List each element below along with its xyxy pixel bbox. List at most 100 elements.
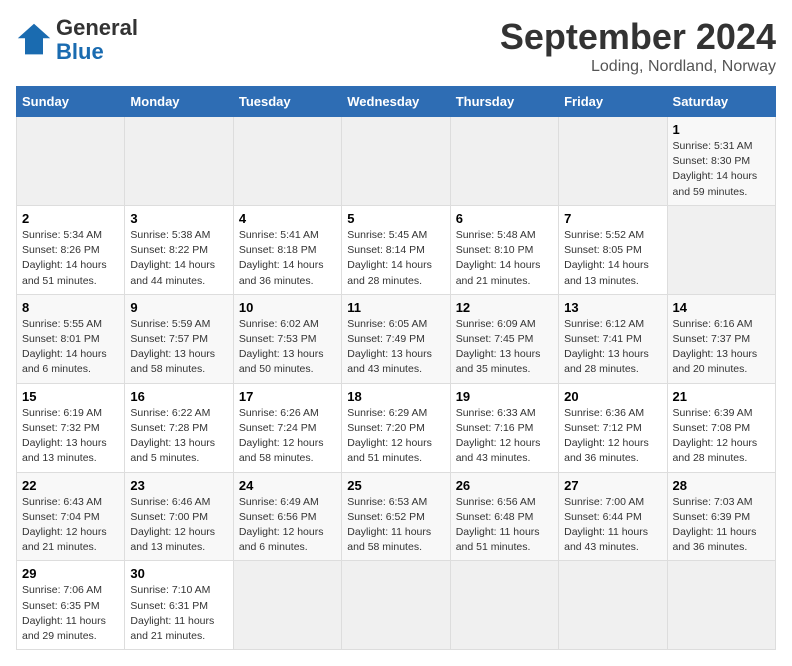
calendar-cell: 15 Sunrise: 6:19 AMSunset: 7:32 PMDayligh… — [17, 383, 125, 472]
day-number: 19 — [456, 389, 553, 404]
day-number: 16 — [130, 389, 227, 404]
calendar-cell: 7Sunrise: 5:52 AMSunset: 8:05 PMDaylight… — [559, 205, 667, 294]
day-info: Sunrise: 6:33 AMSunset: 7:16 PMDaylight:… — [456, 406, 553, 467]
day-number: 30 — [130, 566, 227, 581]
day-info: Sunrise: 7:06 AMSunset: 6:35 PMDaylight:… — [22, 583, 119, 644]
calendar-cell: 20Sunrise: 6:36 AMSunset: 7:12 PMDayligh… — [559, 383, 667, 472]
logo-text-line1: General — [56, 16, 138, 40]
day-number: 27 — [564, 478, 661, 493]
day-info: Sunrise: 6:53 AMSunset: 6:52 PMDaylight:… — [347, 495, 444, 556]
calendar-cell — [559, 117, 667, 206]
day-info: Sunrise: 5:31 AMSunset: 8:30 PMDaylight:… — [673, 139, 770, 200]
day-number: 2 — [22, 211, 119, 226]
header-tuesday: Tuesday — [233, 87, 341, 117]
day-number: 26 — [456, 478, 553, 493]
location: Loding, Nordland, Norway — [500, 58, 776, 76]
day-number: 7 — [564, 211, 661, 226]
calendar-cell: 5Sunrise: 5:45 AMSunset: 8:14 PMDaylight… — [342, 205, 450, 294]
calendar-cell: 3 Sunrise: 5:38 AMSunset: 8:22 PMDaylight… — [125, 205, 233, 294]
day-number: 29 — [22, 566, 119, 581]
calendar-cell: 14 Sunrise: 6:16 AMSunset: 7:37 PMDayligh… — [667, 294, 775, 383]
day-info: Sunrise: 6:19 AMSunset: 7:32 PMDaylight:… — [22, 406, 119, 467]
calendar-cell — [233, 117, 341, 206]
calendar-cell: 18 Sunrise: 6:29 AMSunset: 7:20 PMDayligh… — [342, 383, 450, 472]
calendar-cell: 12Sunrise: 6:09 AMSunset: 7:45 PMDayligh… — [450, 294, 558, 383]
day-number: 28 — [673, 478, 770, 493]
day-number: 25 — [347, 478, 444, 493]
day-number: 23 — [130, 478, 227, 493]
day-number: 15 — [22, 389, 119, 404]
calendar-cell — [17, 117, 125, 206]
day-number: 9 — [130, 300, 227, 315]
calendar-cell: 29 Sunrise: 7:06 AMSunset: 6:35 PMDayligh… — [17, 561, 125, 650]
calendar-cell: 26Sunrise: 6:56 AMSunset: 6:48 PMDayligh… — [450, 472, 558, 561]
calendar-cell: 10 Sunrise: 6:02 AMSunset: 7:53 PMDayligh… — [233, 294, 341, 383]
calendar-cell: 8Sunrise: 5:55 AMSunset: 8:01 PMDaylight… — [17, 294, 125, 383]
header-wednesday: Wednesday — [342, 87, 450, 117]
header-friday: Friday — [559, 87, 667, 117]
day-info: Sunrise: 6:29 AMSunset: 7:20 PMDaylight:… — [347, 406, 444, 467]
calendar-cell: 23 Sunrise: 6:46 AMSunset: 7:00 PMDayligh… — [125, 472, 233, 561]
calendar-cell — [450, 117, 558, 206]
calendar-cell — [450, 561, 558, 650]
header-saturday: Saturday — [667, 87, 775, 117]
week-row-2: 2 Sunrise: 5:34 AMSunset: 8:26 PMDaylight… — [17, 205, 776, 294]
day-number: 22 — [22, 478, 119, 493]
day-info: Sunrise: 6:26 AMSunset: 7:24 PMDaylight:… — [239, 406, 336, 467]
calendar-cell — [342, 117, 450, 206]
calendar-cell: 4Sunrise: 5:41 AMSunset: 8:18 PMDaylight… — [233, 205, 341, 294]
day-number: 17 — [239, 389, 336, 404]
calendar-cell: 16 Sunrise: 6:22 AMSunset: 7:28 PMDayligh… — [125, 383, 233, 472]
calendar-cell: 13Sunrise: 6:12 AMSunset: 7:41 PMDayligh… — [559, 294, 667, 383]
calendar-cell — [342, 561, 450, 650]
header-monday: Monday — [125, 87, 233, 117]
week-row-3: 8Sunrise: 5:55 AMSunset: 8:01 PMDaylight… — [17, 294, 776, 383]
day-number: 24 — [239, 478, 336, 493]
day-info: Sunrise: 6:05 AMSunset: 7:49 PMDaylight:… — [347, 317, 444, 378]
calendar-table: SundayMondayTuesdayWednesdayThursdayFrid… — [16, 86, 776, 650]
day-number: 18 — [347, 389, 444, 404]
day-info: Sunrise: 5:34 AMSunset: 8:26 PMDaylight:… — [22, 228, 119, 289]
calendar-cell: 9 Sunrise: 5:59 AMSunset: 7:57 PMDaylight… — [125, 294, 233, 383]
calendar-cell — [233, 561, 341, 650]
day-number: 13 — [564, 300, 661, 315]
calendar-header-row: SundayMondayTuesdayWednesdayThursdayFrid… — [17, 87, 776, 117]
day-number: 11 — [347, 300, 444, 315]
header-sunday: Sunday — [17, 87, 125, 117]
day-info: Sunrise: 6:09 AMSunset: 7:45 PMDaylight:… — [456, 317, 553, 378]
day-info: Sunrise: 7:00 AMSunset: 6:44 PMDaylight:… — [564, 495, 661, 556]
day-info: Sunrise: 6:16 AMSunset: 7:37 PMDaylight:… — [673, 317, 770, 378]
logo-text-line2: Blue — [56, 40, 138, 64]
calendar-cell: 1Sunrise: 5:31 AMSunset: 8:30 PMDaylight… — [667, 117, 775, 206]
calendar-cell: 24 Sunrise: 6:49 AMSunset: 6:56 PMDayligh… — [233, 472, 341, 561]
calendar-cell — [125, 117, 233, 206]
day-info: Sunrise: 6:39 AMSunset: 7:08 PMDaylight:… — [673, 406, 770, 467]
calendar-cell: 28Sunrise: 7:03 AMSunset: 6:39 PMDayligh… — [667, 472, 775, 561]
header: General Blue September 2024 Loding, Nord… — [16, 16, 776, 76]
calendar-cell: 11 Sunrise: 6:05 AMSunset: 7:49 PMDayligh… — [342, 294, 450, 383]
day-info: Sunrise: 5:48 AMSunset: 8:10 PMDaylight:… — [456, 228, 553, 289]
day-info: Sunrise: 7:10 AMSunset: 6:31 PMDaylight:… — [130, 583, 227, 644]
day-info: Sunrise: 5:38 AMSunset: 8:22 PMDaylight:… — [130, 228, 227, 289]
day-info: Sunrise: 5:59 AMSunset: 7:57 PMDaylight:… — [130, 317, 227, 378]
header-thursday: Thursday — [450, 87, 558, 117]
day-info: Sunrise: 6:02 AMSunset: 7:53 PMDaylight:… — [239, 317, 336, 378]
title-block: September 2024 Loding, Nordland, Norway — [500, 16, 776, 76]
calendar-cell — [559, 561, 667, 650]
day-info: Sunrise: 6:46 AMSunset: 7:00 PMDaylight:… — [130, 495, 227, 556]
day-info: Sunrise: 6:43 AMSunset: 7:04 PMDaylight:… — [22, 495, 119, 556]
logo-icon — [16, 22, 52, 58]
calendar-cell: 21Sunrise: 6:39 AMSunset: 7:08 PMDayligh… — [667, 383, 775, 472]
day-info: Sunrise: 6:49 AMSunset: 6:56 PMDaylight:… — [239, 495, 336, 556]
day-number: 10 — [239, 300, 336, 315]
calendar-cell: 17 Sunrise: 6:26 AMSunset: 7:24 PMDayligh… — [233, 383, 341, 472]
week-row-4: 15 Sunrise: 6:19 AMSunset: 7:32 PMDayligh… — [17, 383, 776, 472]
day-number: 6 — [456, 211, 553, 226]
day-info: Sunrise: 6:22 AMSunset: 7:28 PMDaylight:… — [130, 406, 227, 467]
calendar-cell — [667, 561, 775, 650]
calendar-cell: 19 Sunrise: 6:33 AMSunset: 7:16 PMDayligh… — [450, 383, 558, 472]
calendar-cell: 30 Sunrise: 7:10 AMSunset: 6:31 PMDayligh… — [125, 561, 233, 650]
week-row-1: 1Sunrise: 5:31 AMSunset: 8:30 PMDaylight… — [17, 117, 776, 206]
day-number: 14 — [673, 300, 770, 315]
day-number: 3 — [130, 211, 227, 226]
